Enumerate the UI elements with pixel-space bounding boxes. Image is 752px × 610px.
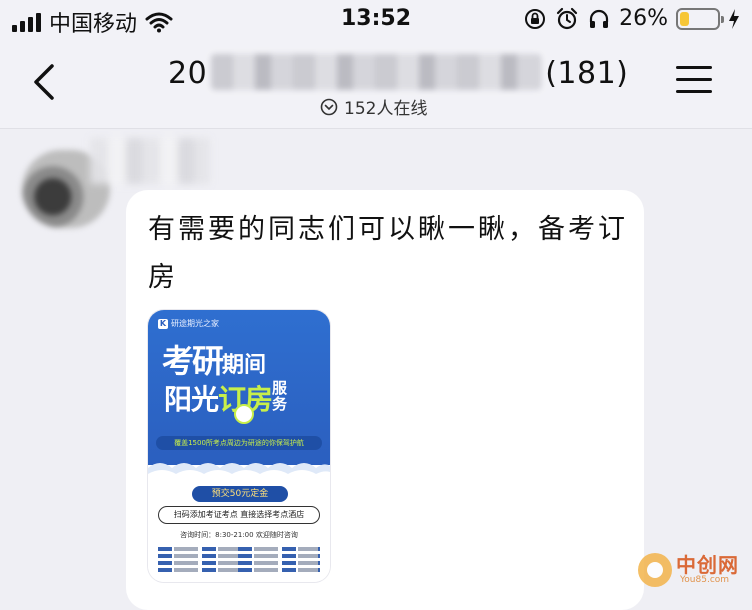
redacted-title-blur [211,53,542,90]
brand-logo-icon: K [158,318,168,329]
redacted-nickname-blur [90,138,210,184]
poster-brand: K 研途期光之家 [158,318,219,329]
poster-contact-list [158,544,320,580]
group-title: 20 (181) [168,53,629,91]
battery-icon [676,7,724,30]
chat-header: 20 (181) 152人在线 [0,42,752,129]
message-text: 有需要的同志们可以瞅一瞅，备考订房 [148,214,628,293]
poster-band: 覆盖1500所考点周边为研途的你保驾护航 [156,436,322,450]
watermark-name: 中创网 [676,553,739,577]
charging-icon [729,8,739,29]
poster-title-line2: 阳光订房服务 [164,379,287,416]
chevron-down-circle-icon [320,98,338,115]
site-watermark: 中创网 You85.com [638,549,748,589]
watermark-domain: You85.com [680,575,730,585]
orientation-lock-icon [525,8,546,29]
status-bar: 中国移动 13:52 26% [0,0,752,42]
poster-line1: 扫码添加考证考点 直接选择考点酒店 [158,506,320,524]
battery-level [680,11,689,26]
message-image[interactable]: K 研途期光之家 考研期间 阳光订房服务 覆盖1500所考点周边为研途的你保驾护… [148,310,330,582]
poster-title-line1: 考研期间 [162,342,267,380]
headphones-icon [589,9,609,28]
status-right: 26% [523,6,740,31]
menu-button[interactable] [676,66,712,98]
group-member-count: (181) [545,56,629,91]
online-status: 152人在线 [320,94,427,119]
hamburger-menu-icon [676,66,712,69]
alarm-icon [556,7,578,29]
poster-line2: 咨询时间：8:30-21:00 欢迎随时咨询 [180,531,298,539]
key-icon [234,404,254,424]
online-count: 152人在线 [344,99,428,119]
watermark-logo-icon [638,553,672,587]
back-button[interactable] [26,60,66,104]
poster-deposit-badge: 预交50元定金 [192,486,288,502]
group-title-prefix: 20 [168,56,208,91]
battery-percent: 26% [619,6,668,31]
